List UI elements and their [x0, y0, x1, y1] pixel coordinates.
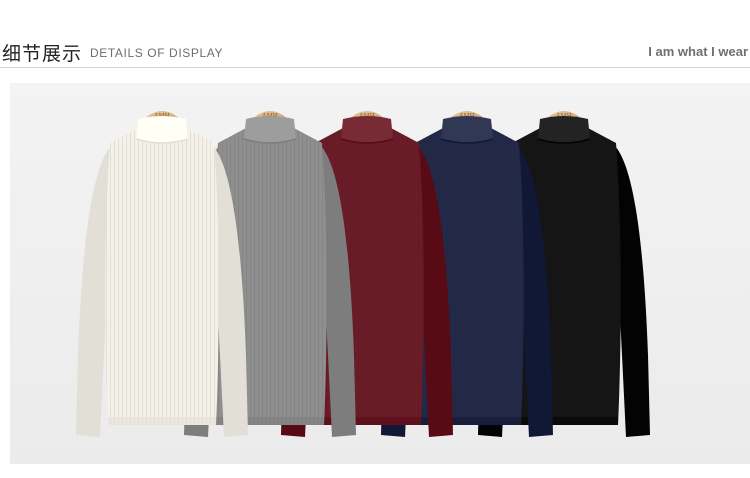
section-title-cn: 细节展示: [2, 43, 83, 65]
section-title-en: DETAILS OF DISPLAY: [90, 46, 224, 60]
product-photo: AMHAMHAMHAMHAMH: [10, 83, 750, 464]
header-divider: [0, 67, 750, 68]
brand-slogan: I am what I wear: [648, 44, 748, 59]
section-header: 细节展示 DETAILS OF DISPLAY I am what I wear: [0, 0, 750, 82]
sweaters-illustration: AMHAMHAMHAMHAMH: [10, 83, 750, 464]
product-detail-page: 细节展示 DETAILS OF DISPLAY I am what I wear: [0, 0, 750, 478]
